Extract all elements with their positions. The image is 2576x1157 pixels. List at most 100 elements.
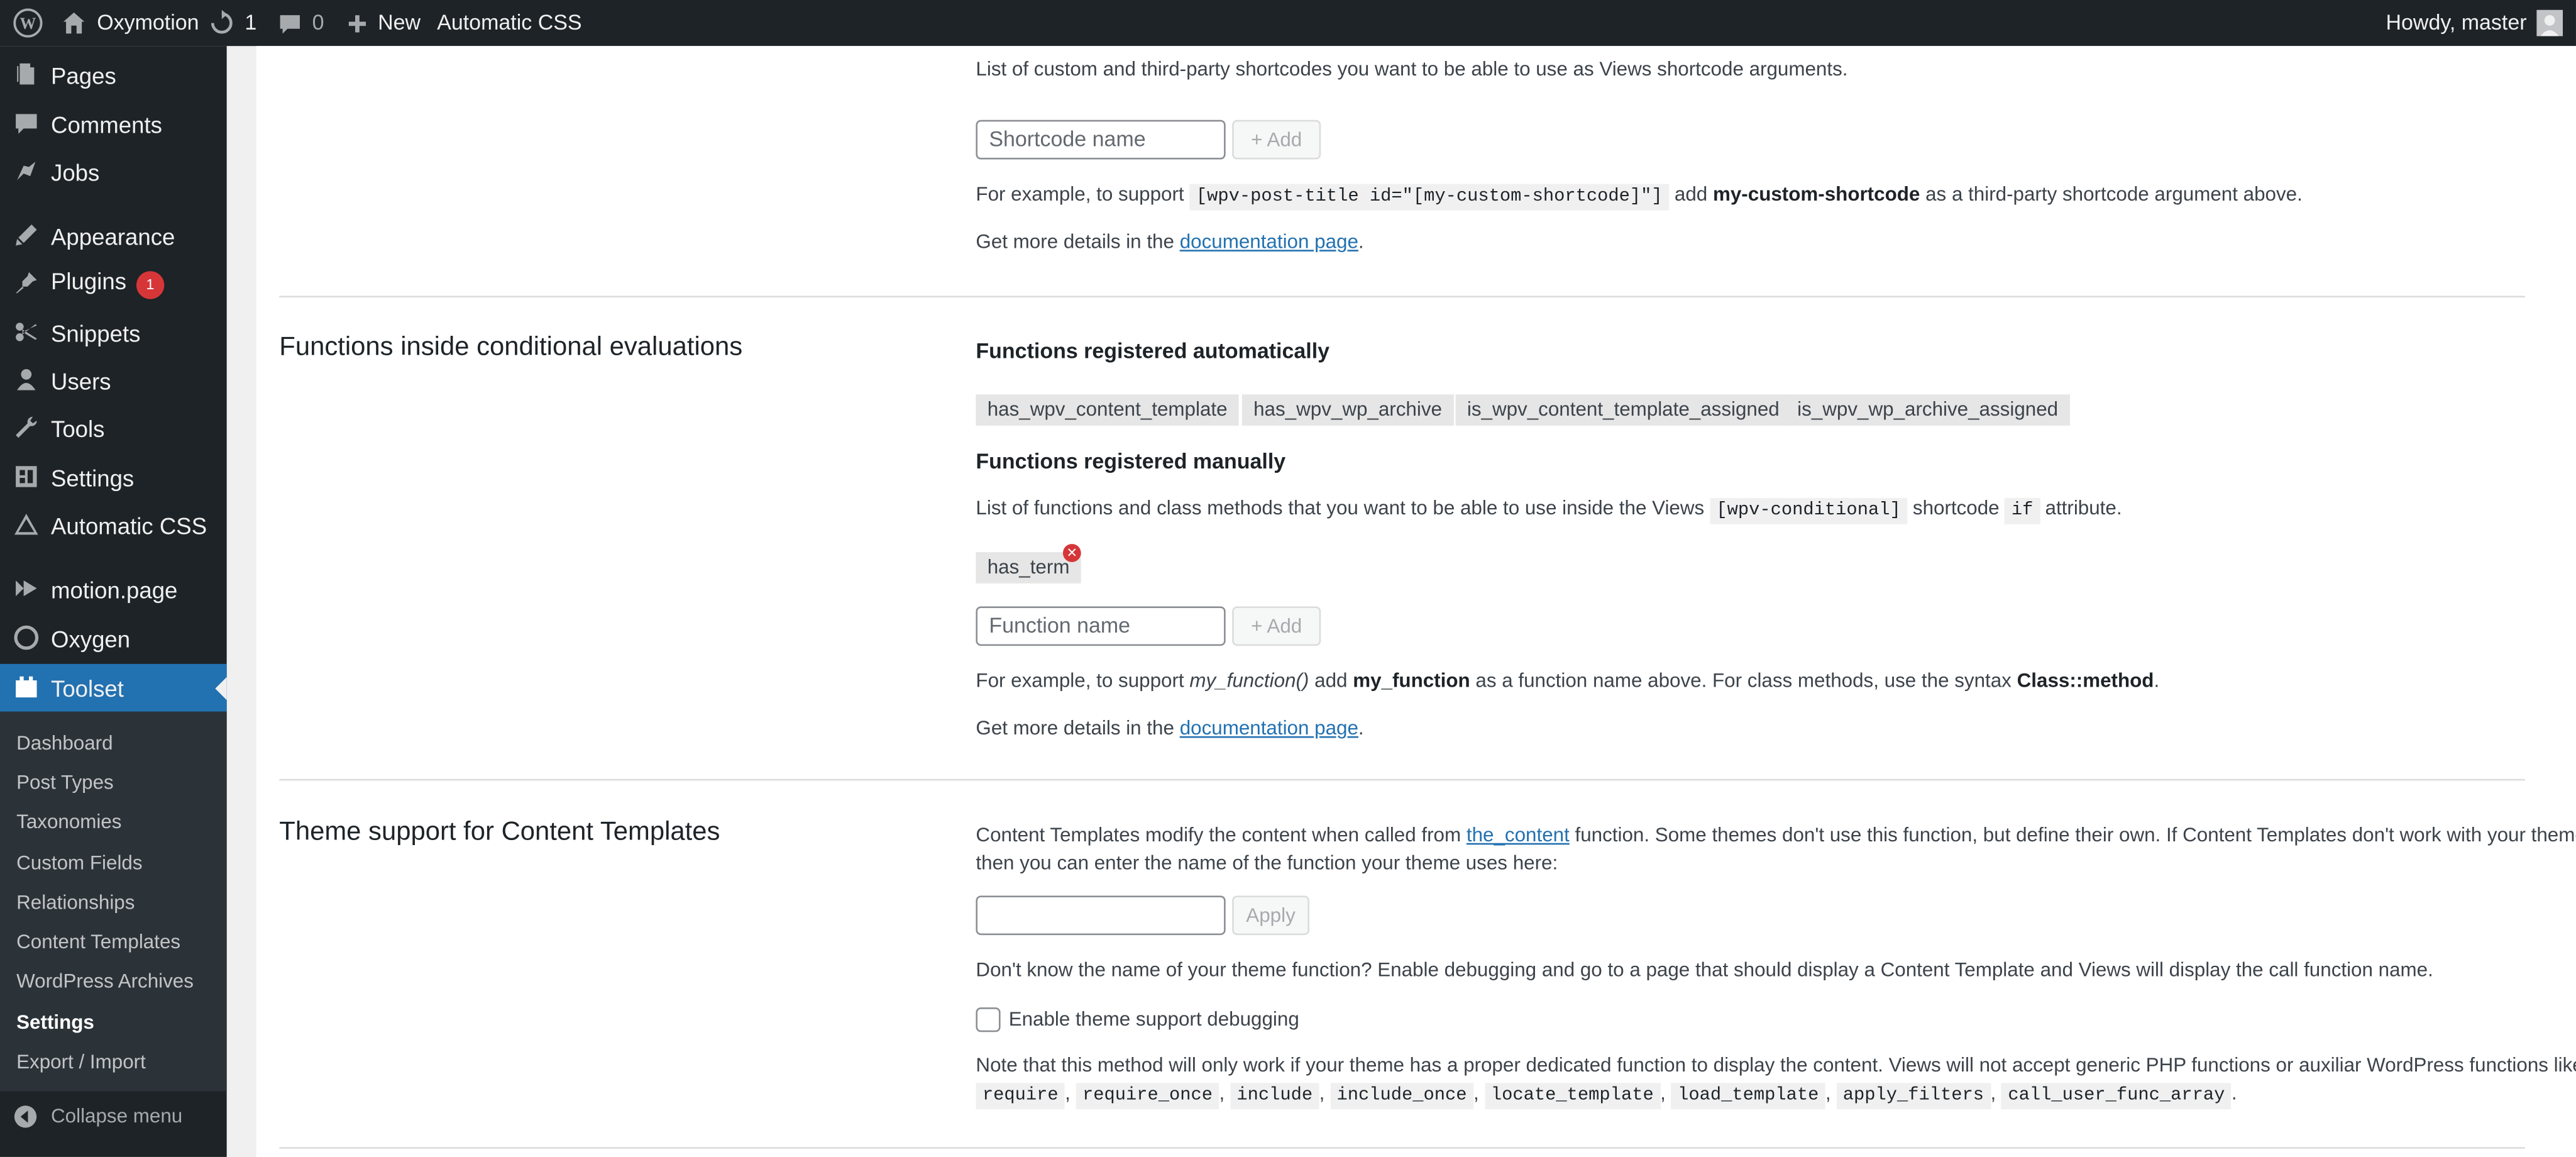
menu-label: Tools (51, 414, 105, 441)
note-end: . (2231, 1081, 2237, 1105)
section-divider (279, 296, 2525, 298)
documentation-link[interactable]: documentation page (1180, 230, 1358, 253)
debug-checkbox-label[interactable]: Enable theme support debugging (1009, 1007, 1299, 1031)
details-text: Get more details in the (976, 716, 1174, 740)
submenu-relationships[interactable]: Relationships (16, 891, 135, 914)
submenu-custom-fields[interactable]: Custom Fields (16, 851, 142, 875)
example-text: . (2154, 668, 2160, 692)
menu-label: Appearance (51, 223, 175, 249)
desc-text: function. Some themes don't use this fun… (1575, 823, 2576, 846)
viewport: W Oxymotion 1 0 New Automatic CSS Howdy,… (0, 0, 2576, 1157)
theme-support-section-title: Theme support for Content Templates (279, 818, 720, 846)
pages-icon (13, 61, 40, 87)
function-code: call_user_func_array (2001, 1083, 2232, 1110)
new-content-link[interactable]: New (346, 0, 421, 46)
plugins-label: Plugins (51, 268, 127, 294)
desc-code: if (2005, 497, 2040, 524)
details-text: . (1358, 230, 1364, 253)
collapse-menu-button[interactable]: Collapse menu (0, 1091, 227, 1140)
comments-link[interactable]: 0 (278, 0, 324, 46)
function-code: require_once (1076, 1083, 1219, 1110)
updates-link[interactable]: 1 (209, 0, 256, 46)
menu-item-users[interactable]: Users (0, 357, 227, 404)
the-content-link[interactable]: the_content (1467, 823, 1570, 846)
remove-function-icon[interactable]: ✕ (1062, 544, 1081, 562)
automatic-css-link[interactable]: Automatic CSS (437, 0, 581, 46)
users-icon (13, 367, 40, 393)
menu-label: Automatic CSS (51, 512, 207, 538)
tools-icon (13, 414, 40, 441)
menu-item-jobs[interactable]: Jobs (0, 148, 227, 196)
desc-text: List of functions and class methods that… (976, 496, 1705, 519)
shortcodes-example: For example, to support [wpv-post-title … (976, 182, 2303, 211)
snippets-icon (13, 319, 40, 345)
add-shortcode-button[interactable]: + Add (1232, 119, 1321, 160)
example-text: For example, to support (976, 182, 1184, 206)
menu-item-automatic-css[interactable]: Automatic CSS (0, 501, 227, 549)
menu-item-snippets[interactable]: Snippets (0, 309, 227, 357)
menu-item-comments[interactable]: Comments (0, 100, 227, 148)
functions-details: Get more details in the documentation pa… (976, 716, 1363, 739)
desc-code: [wpv-conditional] (1709, 497, 1908, 524)
manual-functions-heading: Functions registered manually (976, 448, 1286, 473)
example-text: add (1674, 182, 1708, 206)
jobs-icon (13, 158, 40, 184)
site-name-link[interactable]: Oxymotion (61, 0, 199, 46)
theme-support-note-functions: require, require_once, include, include_… (976, 1081, 2237, 1110)
menu-label: Snippets (51, 319, 141, 346)
menu-item-motion-page[interactable]: motion.page (0, 565, 227, 613)
menu-label: Pages (51, 62, 116, 88)
theme-support-desc2: then you can enter the name of the funct… (976, 851, 1558, 875)
my-account-link[interactable]: Howdy, master (2386, 0, 2563, 46)
home-icon (63, 12, 85, 34)
menu-item-appearance[interactable]: Appearance (0, 212, 227, 260)
auto-function-pill: has_wpv_wp_archive (1241, 394, 1454, 426)
shortcodes-description: List of custom and third-party shortcode… (976, 57, 1848, 81)
function-code: include_once (1330, 1083, 1474, 1110)
menu-item-tools[interactable]: Tools (0, 404, 227, 452)
apply-button[interactable]: Apply (1232, 895, 1309, 936)
example-bold: my-custom-shortcode (1712, 182, 1920, 206)
submenu-taxonomies[interactable]: Taxonomies (16, 810, 121, 833)
comments-count: 0 (312, 9, 324, 35)
submenu-post-types[interactable]: Post Types (16, 771, 114, 794)
function-name-input[interactable]: Function name (976, 606, 1226, 646)
theme-function-input[interactable] (976, 895, 1226, 936)
example-text: For example, to support (976, 668, 1184, 692)
example-bold: my_function (1353, 668, 1470, 692)
menu-item-settings[interactable]: Settings (0, 453, 227, 501)
add-function-button[interactable]: + Add (1232, 606, 1321, 646)
function-code: load_template (1671, 1083, 1825, 1110)
oxygen-icon (13, 624, 40, 651)
submenu-dashboard[interactable]: Dashboard (16, 731, 113, 755)
function-code: require (976, 1083, 1065, 1110)
menu-label: Users (51, 367, 111, 394)
plus-icon: + (1251, 614, 1263, 638)
desc-text: Content Templates modify the content whe… (976, 823, 1461, 846)
auto-functions-heading: Functions registered automatically (976, 338, 1330, 363)
automatic-css-label: Automatic CSS (437, 9, 582, 35)
section-divider (279, 1147, 2525, 1149)
submenu-wordpress-archives[interactable]: WordPress Archives (16, 970, 194, 993)
plus-icon (348, 14, 366, 32)
menu-item-oxygen[interactable]: Oxygen (0, 614, 227, 662)
shortcode-name-input[interactable]: Shortcode name (976, 119, 1226, 160)
wordpress-icon[interactable]: W (13, 0, 43, 46)
function-code: apply_filters (1836, 1083, 1991, 1110)
submenu-content-templates[interactable]: Content Templates (16, 930, 180, 953)
submenu-settings[interactable]: Settings (16, 1010, 94, 1034)
menu-item-pages[interactable]: Pages (0, 51, 227, 99)
example-italic: my_function() (1189, 668, 1309, 692)
details-text: Get more details in the (976, 230, 1174, 253)
greeting: Howdy, master (2386, 9, 2527, 35)
appearance-icon (13, 222, 40, 248)
menu-label: Settings (51, 464, 135, 491)
submenu-export-import[interactable]: Export / Import (16, 1050, 146, 1073)
motion-page-icon (13, 575, 40, 602)
debug-checkbox[interactable] (976, 1007, 1001, 1032)
menu-item-plugins[interactable]: Plugins 1 (0, 260, 227, 307)
comments-icon (13, 110, 40, 136)
new-label: New (378, 9, 421, 35)
documentation-link[interactable]: documentation page (1180, 716, 1358, 739)
menu-item-toolset[interactable]: Toolset (0, 663, 227, 712)
